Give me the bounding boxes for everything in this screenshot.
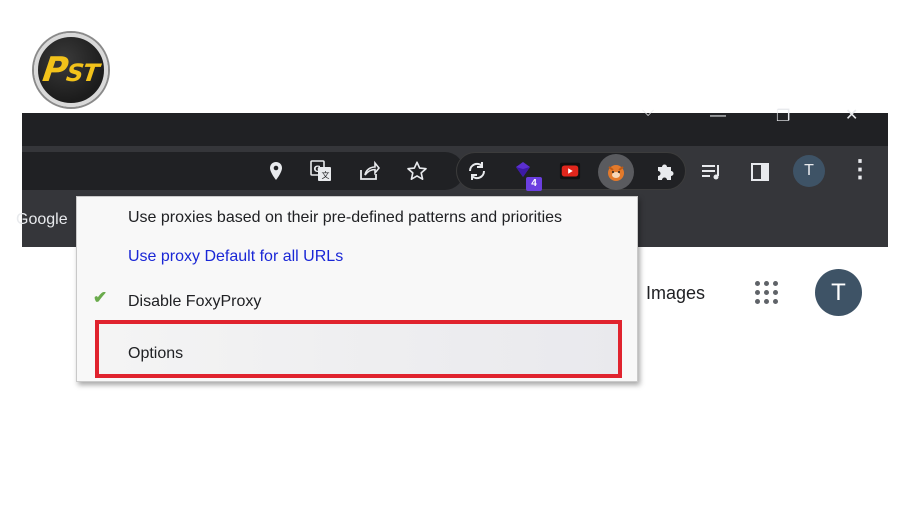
close-button[interactable]: ✕ xyxy=(845,108,858,127)
extensions-group: 4 xyxy=(456,152,686,191)
share-icon[interactable] xyxy=(358,160,380,182)
bookmark-google[interactable]: Google xyxy=(16,211,68,229)
logo-text: PST xyxy=(40,50,101,90)
logo-letters-st: ST xyxy=(64,59,101,87)
sync-icon[interactable] xyxy=(466,160,488,182)
menu-item-default-proxy[interactable]: Use proxy Default for all URLs xyxy=(128,248,343,266)
profile-avatar[interactable]: T xyxy=(793,155,825,187)
svg-text:G: G xyxy=(314,165,321,175)
star-icon[interactable] xyxy=(406,160,428,182)
red-highlight-box xyxy=(95,320,622,378)
menu-item-disable[interactable]: Disable FoxyProxy xyxy=(128,293,261,311)
google-apps-icon[interactable] xyxy=(755,281,779,305)
side-panel-icon[interactable] xyxy=(749,161,771,183)
address-bar[interactable]: G文 xyxy=(22,152,464,190)
screenshot-stage: PST ⌵ — ❐ ✕ G文 4 T ⋮ Google Images T Use… xyxy=(0,0,912,513)
foxyproxy-popup-menu: Use proxies based on their pre-defined p… xyxy=(76,196,638,382)
page-account-avatar[interactable]: T xyxy=(815,269,862,316)
restore-button[interactable]: ❐ xyxy=(776,109,790,128)
foxyproxy-icon[interactable] xyxy=(598,154,634,190)
images-link[interactable]: Images xyxy=(646,283,705,304)
tab-search-icon[interactable]: ⌵ xyxy=(642,104,654,123)
translate-icon[interactable]: G文 xyxy=(310,160,332,182)
svg-text:文: 文 xyxy=(322,170,330,180)
chrome-menu-icon[interactable]: ⋮ xyxy=(848,157,872,183)
youtube-extension-icon[interactable] xyxy=(559,160,581,182)
browser-toolbar: G文 4 T ⋮ xyxy=(22,146,888,199)
extension-badge: 4 xyxy=(526,177,542,191)
location-icon[interactable] xyxy=(265,160,287,182)
minimize-button[interactable]: — xyxy=(710,108,726,127)
pst-logo: PST xyxy=(34,33,108,107)
browser-titlebar: ⌵ — ❐ ✕ xyxy=(22,104,888,146)
puzzle-icon[interactable] xyxy=(654,160,676,182)
checkmark-icon: ✔ xyxy=(93,288,108,307)
reading-list-icon[interactable] xyxy=(700,161,722,183)
menu-item-patterns[interactable]: Use proxies based on their pre-defined p… xyxy=(128,209,562,227)
